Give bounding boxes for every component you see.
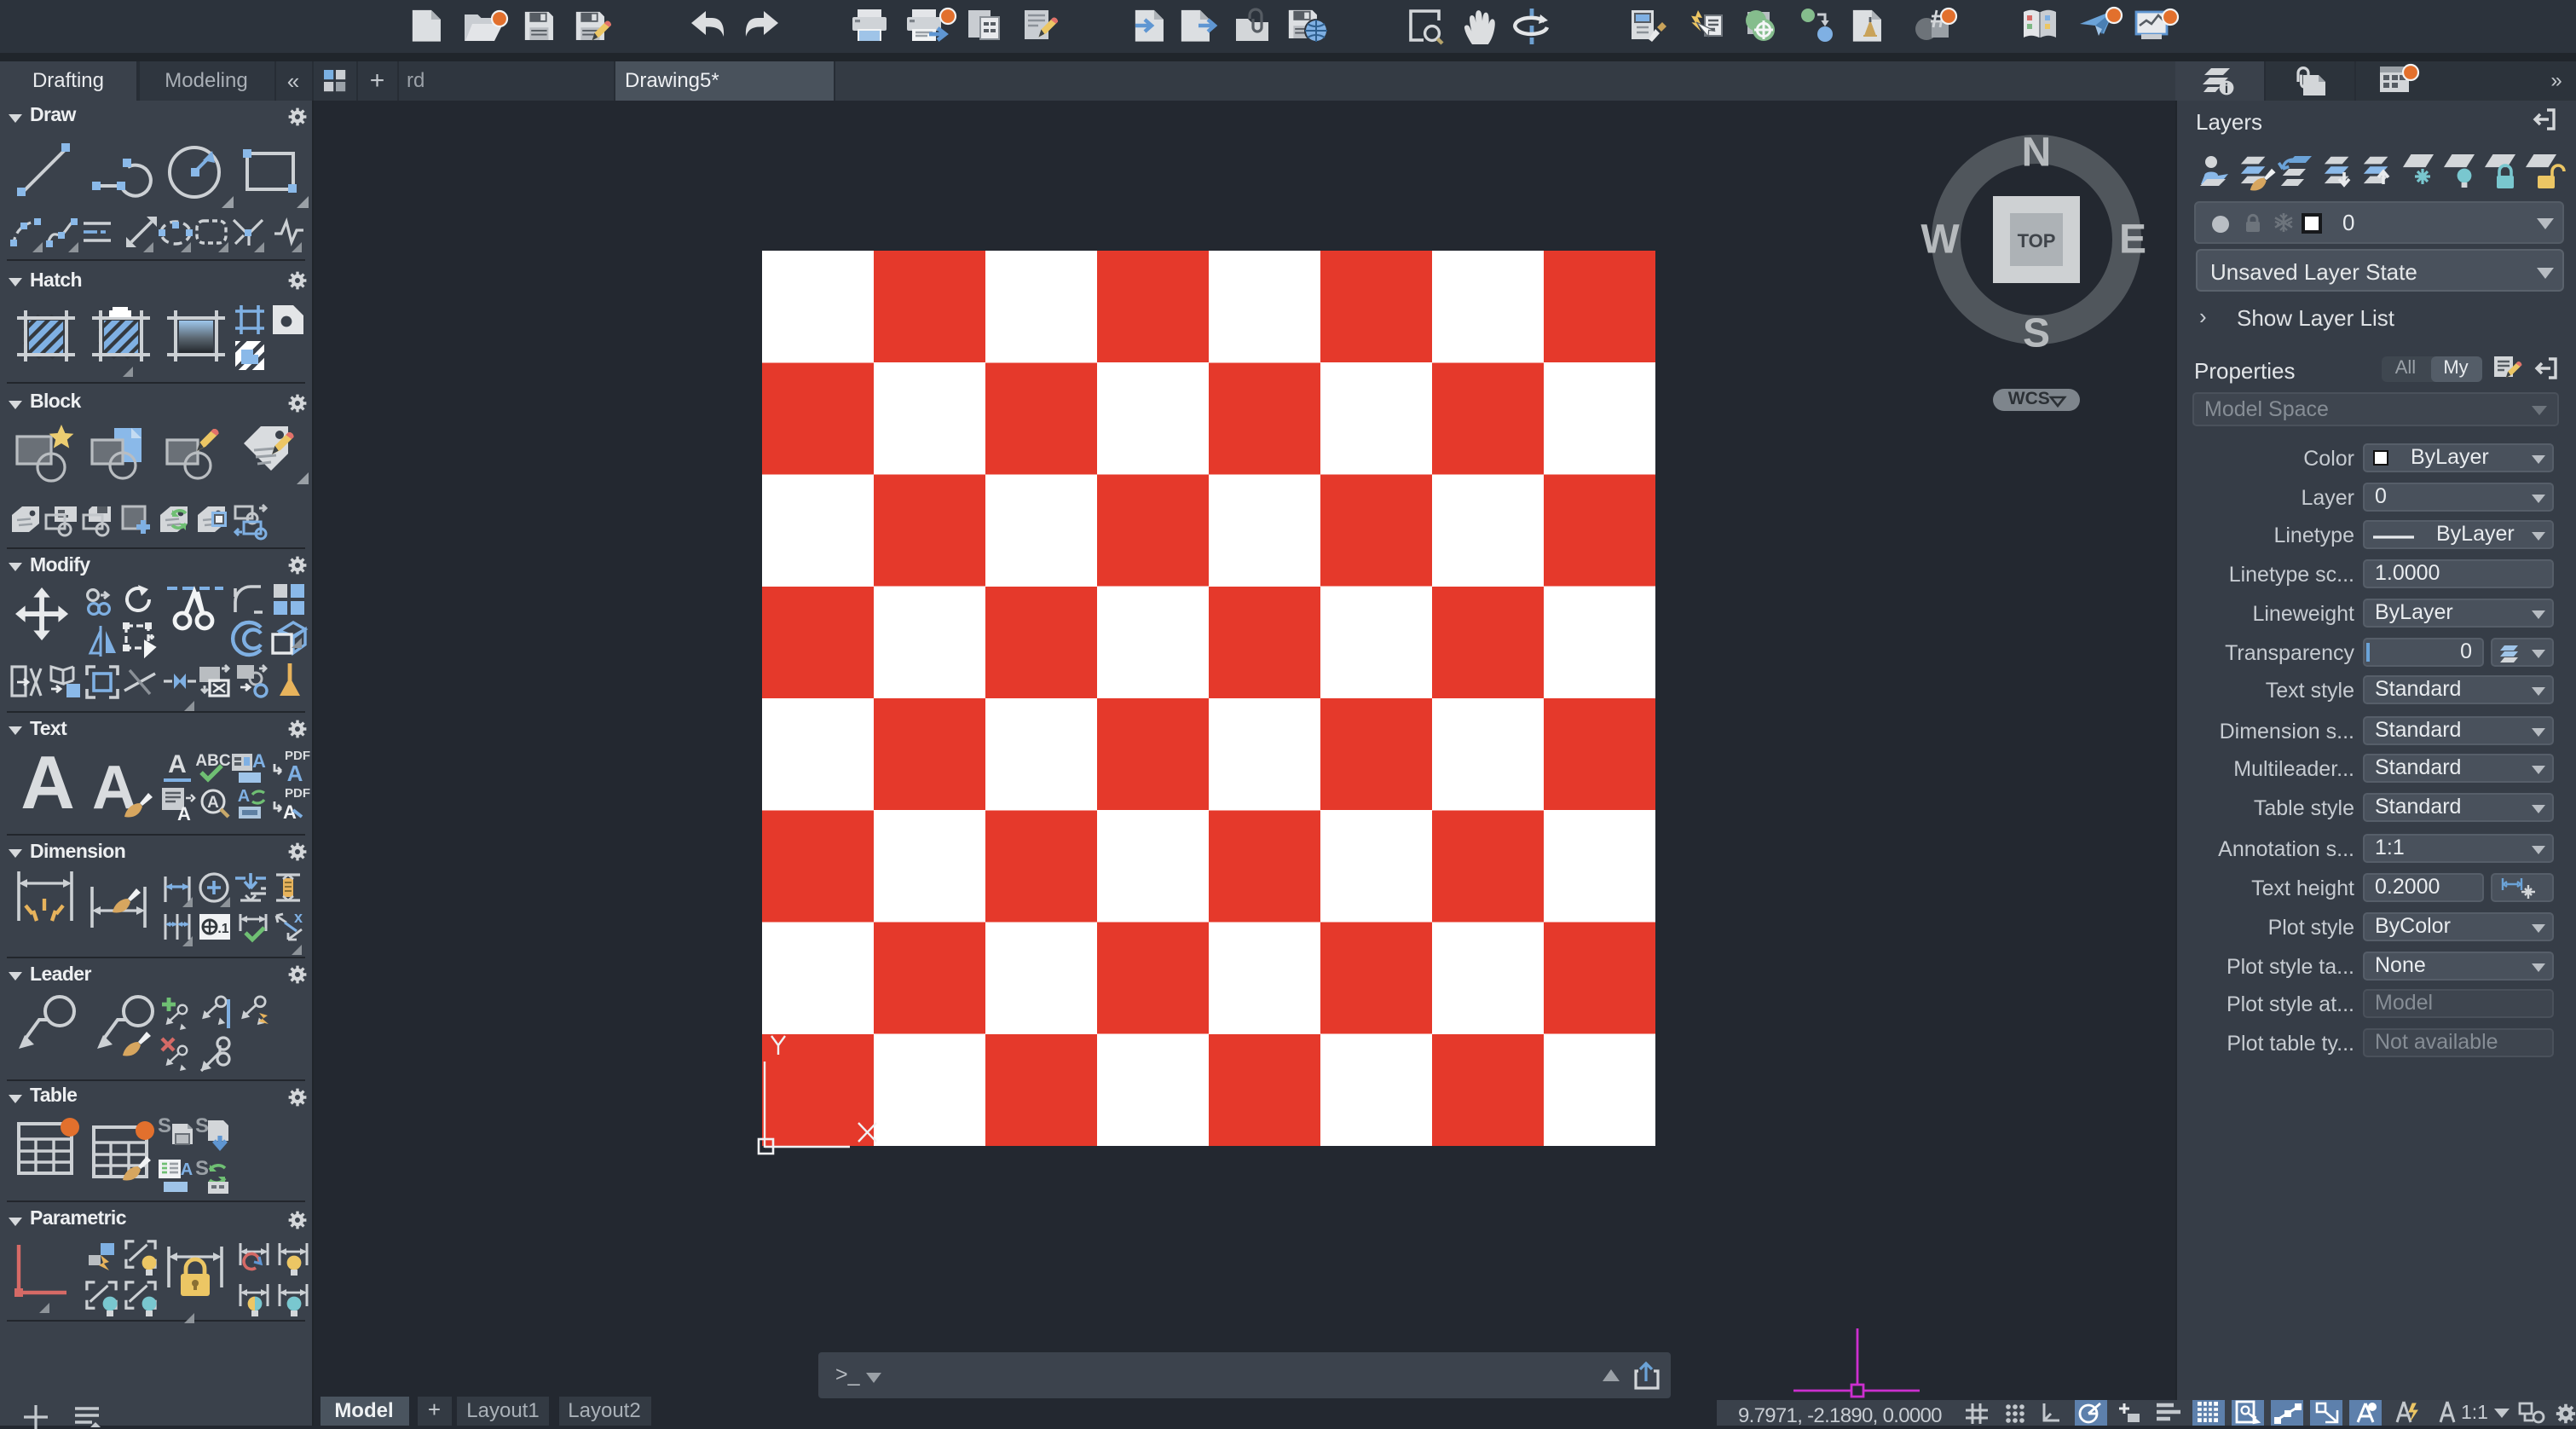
svg-text:E: E (2118, 217, 2146, 262)
svg-text:A: A (238, 787, 250, 806)
svg-text:TOP: TOP (2017, 229, 2055, 251)
svg-text:S: S (2022, 310, 2049, 356)
svg-text:i: i (2224, 81, 2227, 95)
svg-text:N: N (2021, 130, 2051, 175)
svg-text:A: A (177, 803, 191, 824)
svg-text:S: S (158, 1114, 171, 1137)
svg-text:W: W (1920, 217, 1959, 262)
svg-text:A: A (168, 750, 187, 778)
svg-text:A: A (207, 794, 219, 812)
svg-text:A: A (287, 761, 303, 786)
svg-text:S: S (195, 1157, 209, 1180)
svg-text:S: S (195, 1114, 209, 1137)
svg-text:A: A (252, 750, 266, 772)
svg-text:PDF: PDF (285, 786, 310, 801)
svg-text:x: x (294, 909, 303, 926)
svg-text:.1: .1 (217, 922, 228, 936)
svg-text:ABC: ABC (195, 752, 230, 770)
svg-text:A: A (181, 1160, 193, 1179)
